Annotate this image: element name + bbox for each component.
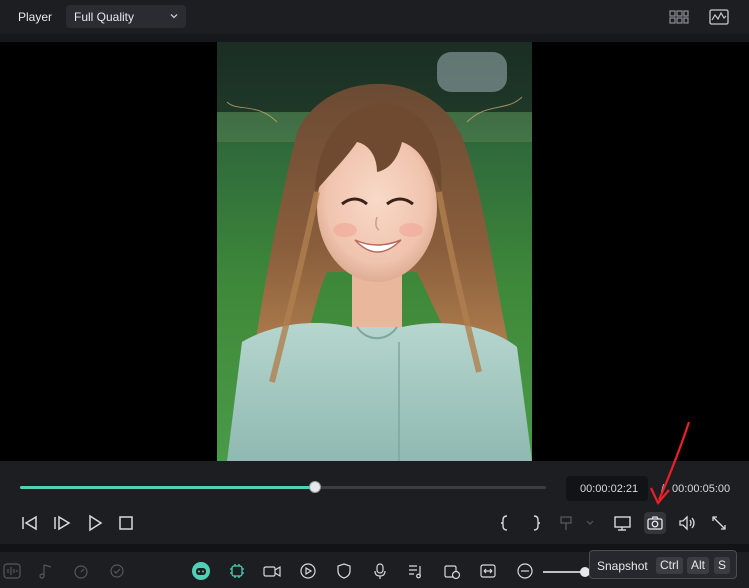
tooltip-label: Snapshot: [597, 559, 648, 573]
ai-chip-icon[interactable]: [227, 561, 247, 581]
shield-icon[interactable]: [334, 561, 354, 581]
progress-bar[interactable]: [20, 481, 546, 493]
replace-clip-icon[interactable]: [442, 561, 462, 581]
playback-controls: 00:00:02:21 / 00:00:05:00: [0, 461, 749, 544]
shortcut-key-s: S: [714, 557, 731, 574]
zoom-out-icon[interactable]: [515, 561, 535, 581]
video-camera-icon[interactable]: [262, 561, 282, 581]
step-back-icon[interactable]: [19, 512, 41, 534]
play-circle-icon[interactable]: [298, 561, 318, 581]
audio-wave-icon[interactable]: [2, 561, 22, 581]
player-header: Player Full Quality: [0, 0, 749, 34]
microphone-icon[interactable]: [370, 561, 390, 581]
zoom-slider[interactable]: [543, 571, 585, 573]
waveform-monitor-icon[interactable]: [708, 7, 730, 27]
step-forward-icon[interactable]: [51, 512, 73, 534]
grid-view-icon[interactable]: [668, 7, 690, 27]
mark-in-icon[interactable]: [494, 512, 516, 534]
camera-icon: [647, 516, 663, 530]
speed-icon[interactable]: [71, 561, 91, 581]
stop-icon[interactable]: [115, 512, 137, 534]
mark-out-icon[interactable]: [525, 512, 547, 534]
music-list-icon[interactable]: [406, 561, 426, 581]
insert-icon[interactable]: [557, 512, 597, 534]
progress-handle[interactable]: [308, 481, 321, 493]
fit-width-icon[interactable]: [478, 561, 498, 581]
play-icon[interactable]: [84, 512, 106, 534]
shortcut-key-ctrl: Ctrl: [656, 557, 683, 574]
current-time: 00:00:02:21: [580, 483, 639, 495]
snapshot-tooltip: Snapshot Ctrl Alt S: [589, 550, 737, 579]
video-image: [217, 42, 532, 461]
music-icon[interactable]: [36, 561, 56, 581]
shortcut-key-alt: Alt: [687, 557, 710, 574]
chevron-down-icon: [170, 14, 178, 19]
volume-icon[interactable]: [676, 512, 698, 534]
ai-copilot-icon[interactable]: [190, 560, 212, 582]
voice-effect-icon[interactable]: [107, 561, 127, 581]
snapshot-button[interactable]: [644, 512, 666, 534]
display-icon[interactable]: [612, 512, 634, 534]
quality-dropdown[interactable]: Full Quality: [66, 5, 186, 28]
current-time-box[interactable]: 00:00:02:21: [566, 476, 648, 501]
progress-fill: [20, 486, 315, 489]
video-frame: [217, 42, 532, 461]
player-title: Player: [18, 10, 53, 24]
video-preview[interactable]: [0, 42, 749, 461]
annotation-arrow-icon: [650, 421, 691, 506]
fullscreen-icon[interactable]: [708, 512, 730, 534]
header-divider: [0, 34, 749, 42]
quality-label: Full Quality: [74, 10, 135, 24]
